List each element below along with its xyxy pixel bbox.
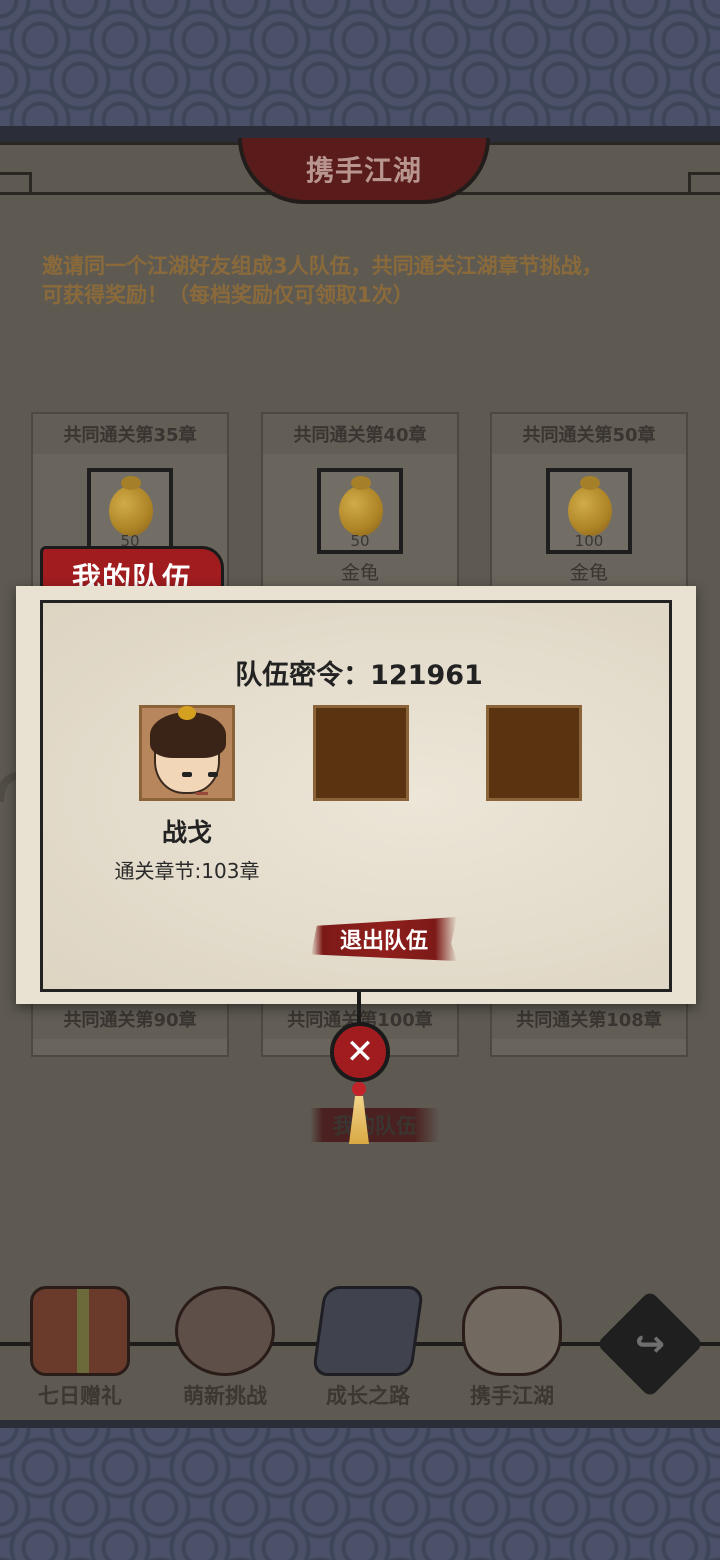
quit-team-button[interactable]: 退出队伍 <box>311 917 457 961</box>
reward-name: 金龟 <box>340 562 379 584</box>
modal-inner-frame: 队伍密令：121961 战戈 通关章节:103章 退出队伍 <box>40 600 672 992</box>
reward-card-108[interactable]: 共同通关第108章 <box>490 997 688 1057</box>
reward-card-title: 共同通关第35章 <box>33 414 227 454</box>
member-chapter: 通关章节:103章 <box>114 859 260 883</box>
nav-newbie-challenge[interactable]: 萌新挑战 <box>155 1286 295 1416</box>
gift-box-icon <box>30 1286 130 1376</box>
reward-card-50[interactable]: 共同通关第50章 100 金龟 <box>490 412 688 592</box>
girl-portrait-icon <box>175 1286 275 1376</box>
team-code: 队伍密令：121961 <box>235 660 483 691</box>
page-title: 携手江湖 <box>305 154 422 187</box>
reward-card-40[interactable]: 共同通关第40章 50 金龟 <box>261 412 459 592</box>
reward-card-title: 共同通关第108章 <box>492 999 686 1039</box>
avatar-hairpin <box>178 706 196 720</box>
nav-growth-path[interactable]: 成长之路 <box>298 1286 438 1416</box>
nav-label: 成长之路 <box>326 1384 410 1408</box>
close-icon: ✕ <box>345 1032 375 1072</box>
intro-line-1: 邀请同一个江湖好友组成3人队伍，共同通关江湖章节挑战， <box>42 254 603 278</box>
team-slot-2-empty[interactable] <box>313 705 409 801</box>
nav-seven-day-gift[interactable]: 七日赠礼 <box>10 1286 150 1416</box>
close-button[interactable]: ✕ <box>330 1022 390 1082</box>
team-slot-3-empty[interactable] <box>486 705 582 801</box>
reward-card-90[interactable]: 共同通关第90章 <box>31 997 229 1057</box>
reward-name: 金龟 <box>569 562 608 584</box>
nav-join-hands[interactable]: 携手江湖 <box>442 1286 582 1416</box>
share-arrow-icon: ↪ <box>634 1323 666 1365</box>
page-title-tab: 携手江湖 <box>238 138 490 204</box>
member-name: 战戈 <box>161 818 212 847</box>
gold-gourd-icon: 50 <box>317 468 403 554</box>
top-pattern-band <box>0 0 720 128</box>
reward-card-title: 共同通关第40章 <box>263 414 457 454</box>
my-team-button[interactable]: 我的队伍 <box>310 1108 440 1142</box>
reward-card-title: 共同通关第50章 <box>492 414 686 454</box>
share-button[interactable]: ↪ <box>596 1290 704 1398</box>
corner-ornament-right <box>688 172 720 194</box>
bottom-pattern-band <box>0 1428 720 1560</box>
gold-gourd-icon: 50 <box>87 468 173 554</box>
nav-label: 七日赠礼 <box>38 1384 122 1408</box>
nav-label: 携手江湖 <box>470 1384 554 1408</box>
ornament-bead <box>352 1082 366 1096</box>
intro-text: 邀请同一个江湖好友组成3人队伍，共同通关江湖章节挑战， 可获得奖励！（每档奖励仅… <box>42 252 682 310</box>
gold-gourd-icon: 100 <box>546 468 632 554</box>
corner-ornament-left <box>0 172 32 194</box>
intro-line-2: 可获得奖励！（每档奖励仅可领取1次） <box>42 283 414 307</box>
reward-card-title: 共同通关第90章 <box>33 999 227 1039</box>
handshake-icon <box>462 1286 562 1376</box>
my-team-modal: 队伍密令：121961 战戈 通关章节:103章 退出队伍 <box>16 586 696 1004</box>
book-icon <box>311 1286 425 1376</box>
reward-count: 100 <box>574 532 604 550</box>
nav-label: 萌新挑战 <box>183 1384 267 1408</box>
reward-count: 50 <box>350 532 370 550</box>
team-slot-1[interactable] <box>139 705 235 801</box>
